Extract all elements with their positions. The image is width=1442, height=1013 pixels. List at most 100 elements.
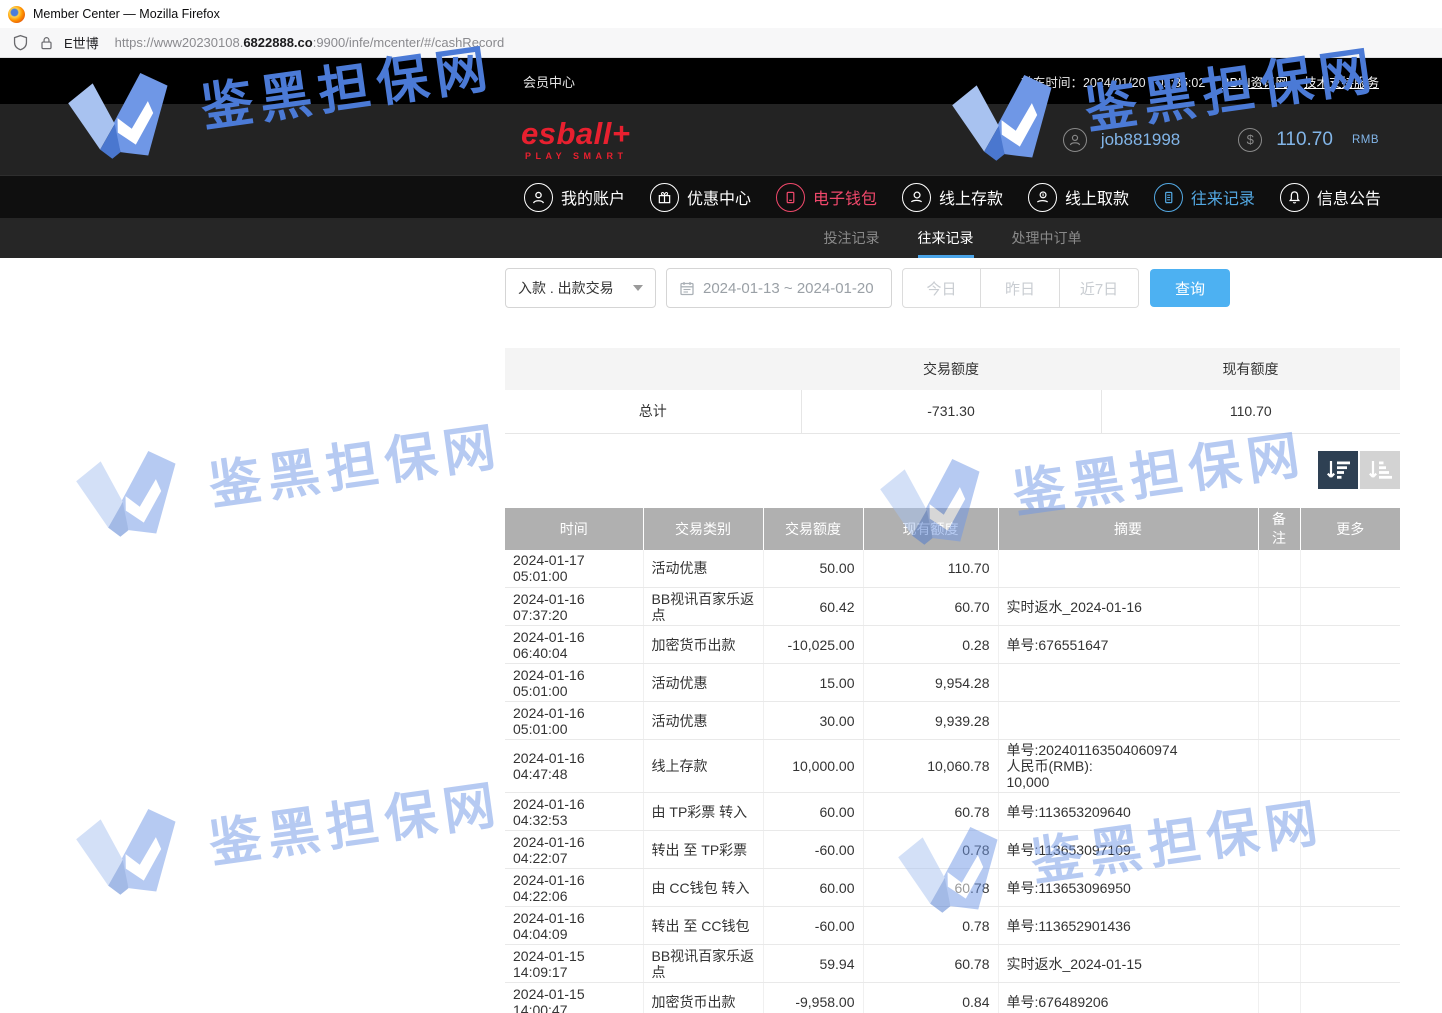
cell-more (1300, 907, 1400, 945)
cell-more (1300, 740, 1400, 793)
sort-ascending-button[interactable] (1360, 451, 1400, 489)
filter-bar: 入款 . 出款交易 2024-01-13 ~ 2024-01-20 今日 昨日 … (505, 268, 1400, 308)
cell-note (1258, 702, 1300, 740)
cell-balance: 60.78 (863, 945, 998, 983)
tab-cash-records[interactable]: 往来记录 (918, 218, 974, 258)
date-range-input[interactable]: 2024-01-13 ~ 2024-01-20 (666, 268, 892, 308)
cell-time: 2024-01-16 07:37:20 (505, 588, 643, 626)
cell-summary (998, 664, 1258, 702)
last-7-days-button[interactable]: 近7日 (1060, 268, 1139, 308)
table-row: 2024-01-16 07:37:20BB视讯百家乐返点60.4260.70实时… (505, 588, 1400, 626)
cell-note (1258, 983, 1300, 1013)
cell-balance: 60.70 (863, 588, 998, 626)
sort-controls (505, 451, 1400, 489)
balance-amount: 110.70 (1276, 129, 1333, 151)
cell-balance: 10,060.78 (863, 740, 998, 793)
lock-icon[interactable] (39, 35, 54, 51)
shield-icon[interactable] (12, 34, 29, 51)
query-button[interactable]: 查询 (1150, 269, 1230, 307)
today-button[interactable]: 今日 (902, 268, 981, 308)
header-more: 更多 (1300, 508, 1400, 550)
cell-summary: 单号:113653097109 (998, 831, 1258, 869)
sort-ascending-icon (1367, 459, 1393, 481)
sub-nav: 投注记录 往来记录 处理中订单 (0, 218, 1442, 258)
yesterday-button[interactable]: 昨日 (981, 268, 1060, 308)
cell-more (1300, 983, 1400, 1013)
cell-note (1258, 740, 1300, 793)
cell-time: 2024-01-16 04:04:09 (505, 907, 643, 945)
cell-amount: -60.00 (763, 907, 863, 945)
address-bar[interactable]: E世博 https://www20230108.6822888.co:9900/… (0, 28, 1442, 58)
cell-more (1300, 626, 1400, 664)
watermark-logo-icon (61, 791, 200, 910)
withdraw-money-hand-icon (1028, 183, 1057, 212)
header-note: 备注 (1258, 508, 1300, 550)
cell-more (1300, 664, 1400, 702)
bell-icon (1280, 183, 1309, 212)
transactions-body: 2024-01-17 05:01:00活动优惠50.00110.702024-0… (505, 550, 1400, 1013)
nav-item-promotions[interactable]: 优惠中心 (650, 183, 751, 212)
bbin-news-link[interactable]: BBIN资讯网 (1221, 72, 1288, 91)
cell-summary: 单号:676489206 (998, 983, 1258, 1013)
cell-summary (998, 550, 1258, 588)
logo-tagline: PLAY SMART (525, 152, 631, 161)
nav-label: 往来记录 (1191, 185, 1255, 209)
cell-note (1258, 626, 1300, 664)
nav-label: 线上存款 (939, 185, 1003, 209)
table-row: 2024-01-16 04:04:09转出 至 CC钱包-60.000.78单号… (505, 907, 1400, 945)
cell-summary: 单号:113653209640 (998, 793, 1258, 831)
cell-time: 2024-01-16 04:32:53 (505, 793, 643, 831)
cell-type: 由 TP彩票 转入 (643, 793, 763, 831)
site-header: esball+ PLAY SMART job881998 $ 110.70 RM… (0, 104, 1442, 176)
table-row: 2024-01-17 05:01:00活动优惠50.00110.70 (505, 550, 1400, 588)
sort-descending-button[interactable] (1318, 451, 1358, 489)
cell-more (1300, 588, 1400, 626)
nav-label: 我的账户 (561, 185, 625, 209)
nav-item-transactions[interactable]: 往来记录 (1154, 183, 1255, 212)
date-range-value: 2024-01-13 ~ 2024-01-20 (703, 280, 874, 297)
cell-note (1258, 831, 1300, 869)
cell-amount: 10,000.00 (763, 740, 863, 793)
summary-transaction-total: -731.30 (801, 390, 1101, 433)
cell-summary: 实时返水_2024-01-16 (998, 588, 1258, 626)
tab-pending-orders[interactable]: 处理中订单 (1012, 218, 1082, 258)
tech-support-link[interactable]: 技术支持服务 (1304, 72, 1379, 91)
tab-bet-records[interactable]: 投注记录 (824, 218, 880, 258)
cell-amount: 30.00 (763, 702, 863, 740)
cell-amount: 60.42 (763, 588, 863, 626)
watermark-logo-icon (61, 433, 200, 552)
table-row: 2024-01-15 14:09:17BB视讯百家乐返点59.9460.78实时… (505, 945, 1400, 983)
calendar-icon (679, 280, 695, 296)
transaction-type-select[interactable]: 入款 . 出款交易 (505, 268, 656, 308)
cell-note (1258, 907, 1300, 945)
nav-item-announcements[interactable]: 信息公告 (1280, 183, 1381, 212)
nav-label: 电子钱包 (813, 185, 877, 209)
nav-item-my-account[interactable]: 我的账户 (524, 183, 625, 212)
nav-item-ewallet[interactable]: 电子钱包 (776, 183, 877, 212)
summary-balance-total: 110.70 (1101, 390, 1400, 433)
cell-time: 2024-01-16 04:22:06 (505, 869, 643, 907)
cell-time: 2024-01-15 14:00:47 (505, 983, 643, 1013)
topbar: 会员中心 美东时间：2024/01/20 - 02:35:02 BBIN资讯网 … (0, 58, 1442, 104)
cell-type: BB视讯百家乐返点 (643, 945, 763, 983)
cell-balance: 9,939.28 (863, 702, 998, 740)
header-balance: 现有额度 (863, 508, 998, 550)
cell-note (1258, 588, 1300, 626)
username[interactable]: job881998 (1101, 130, 1180, 150)
table-row: 2024-01-16 04:32:53由 TP彩票 转入60.0060.78单号… (505, 793, 1400, 831)
cell-amount: -60.00 (763, 831, 863, 869)
url-prefix: https://www20230108. (115, 35, 244, 50)
table-row: 2024-01-16 04:22:06由 CC钱包 转入60.0060.78单号… (505, 869, 1400, 907)
cell-note (1258, 550, 1300, 588)
url-text[interactable]: https://www20230108.6822888.co:9900/infe… (115, 35, 505, 50)
cell-type: 加密货币出款 (643, 626, 763, 664)
cell-time: 2024-01-16 04:22:07 (505, 831, 643, 869)
cell-time: 2024-01-15 14:09:17 (505, 945, 643, 983)
nav-item-withdraw[interactable]: 线上取款 (1028, 183, 1129, 212)
nav-item-deposit[interactable]: 线上存款 (902, 183, 1003, 212)
summary-header-balance: 现有额度 (1101, 348, 1400, 390)
cell-summary (998, 702, 1258, 740)
cell-summary: 实时返水_2024-01-15 (998, 945, 1258, 983)
cell-balance: 60.78 (863, 869, 998, 907)
main-nav: 我的账户 优惠中心 电子钱包 线上存款 (0, 176, 1442, 218)
